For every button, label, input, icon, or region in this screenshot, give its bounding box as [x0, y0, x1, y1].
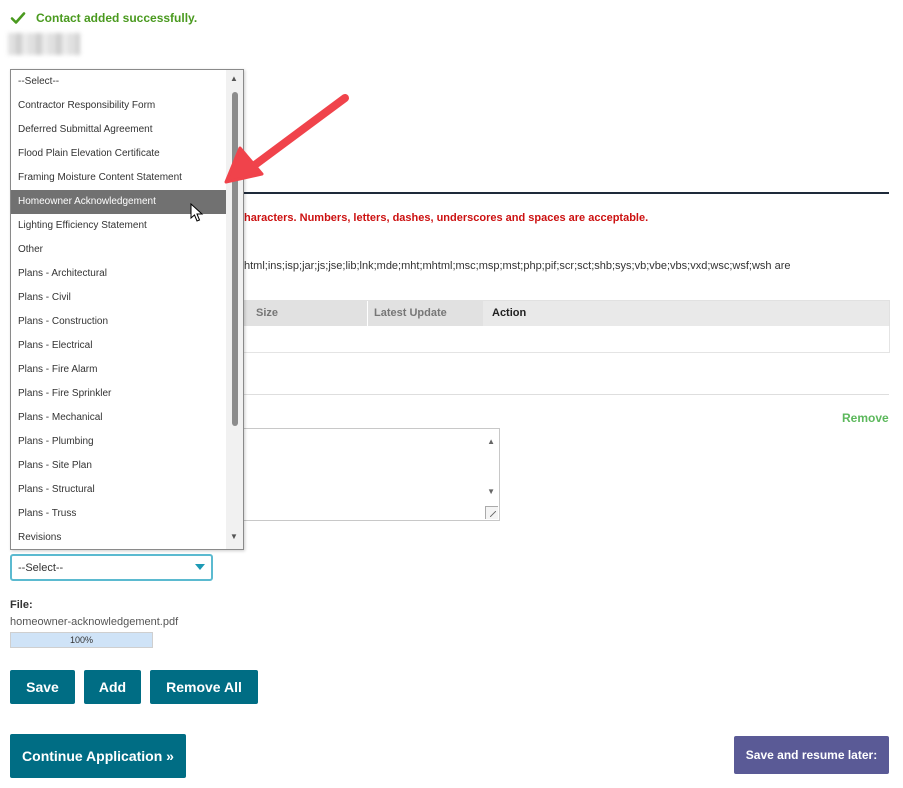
success-text: Contact added successfully. [36, 11, 198, 25]
dropdown-option[interactable]: Flood Plain Elevation Certificate [11, 142, 226, 166]
mouse-pointer-icon [190, 203, 204, 222]
file-name: homeowner-acknowledgement.pdf [10, 616, 179, 628]
dropdown-option[interactable]: Contractor Responsibility Form [11, 94, 226, 118]
save-and-resume-later-button[interactable]: Save and resume later: [734, 736, 889, 774]
resize-grip-icon[interactable] [485, 506, 498, 519]
dropdown-option[interactable]: --Select-- [11, 70, 226, 94]
dropdown-option[interactable]: Plans - Mechanical [11, 406, 226, 430]
dropdown-option[interactable]: Plans - Fire Sprinkler [11, 382, 226, 406]
scroll-down-icon[interactable]: ▼ [487, 487, 495, 496]
blocked-extensions-text: html;ins;isp;jar;js;jse;lib;lnk;mde;mht;… [244, 260, 791, 272]
dropdown-option[interactable]: Other [11, 238, 226, 262]
check-icon [10, 10, 26, 26]
continue-application-button[interactable]: Continue Application » [10, 734, 186, 778]
file-label: File: [10, 599, 33, 611]
scroll-down-icon[interactable]: ▼ [230, 532, 238, 541]
column-header-latest-update: Latest Update [374, 307, 447, 319]
dropdown-option[interactable]: Plans - Civil [11, 286, 226, 310]
remove-link[interactable]: Remove [842, 411, 889, 425]
upload-progress-bar: 100% [10, 632, 153, 648]
progress-text: 100% [69, 635, 94, 645]
dropdown-option[interactable]: Plans - Construction [11, 310, 226, 334]
redacted-text [8, 33, 80, 55]
dropdown-option[interactable]: Revisions [11, 526, 226, 549]
document-type-dropdown-list[interactable]: Revisions Plans - Truss Plans - Structural… [10, 69, 244, 550]
files-table-header: Size Latest Update Action [232, 300, 890, 328]
column-header-size: Size [256, 307, 279, 319]
dropdown-option[interactable]: Plans - Plumbing [11, 430, 226, 454]
action-column-head [483, 301, 889, 327]
dropdown-option[interactable]: Deferred Submittal Agreement [11, 118, 226, 142]
files-table-row [232, 326, 890, 353]
column-divider [367, 301, 368, 327]
save-button[interactable]: Save [10, 670, 75, 704]
dropdown-option[interactable]: Plans - Site Plan [11, 454, 226, 478]
dropdown-option[interactable]: Plans - Architectural [11, 262, 226, 286]
dropdown-option[interactable]: Plans - Structural [11, 478, 226, 502]
filename-warning: haracters. Numbers, letters, dashes, und… [244, 212, 649, 224]
column-header-action: Action [492, 307, 527, 319]
annotation-arrow-icon [224, 94, 349, 184]
document-type-select[interactable]: --Select-- [10, 554, 213, 581]
select-value: --Select-- [18, 562, 64, 574]
success-message: Contact added successfully. [10, 10, 197, 26]
add-button[interactable]: Add [84, 670, 141, 704]
dropdown-option[interactable]: Plans - Fire Alarm [11, 358, 226, 382]
dropdown-option[interactable]: Framing Moisture Content Statement [11, 166, 226, 190]
description-textarea[interactable]: ▲ ▼ [232, 428, 500, 521]
chevron-down-icon [195, 564, 205, 570]
divider [232, 394, 889, 395]
dropdown-option[interactable]: Plans - Truss [11, 502, 226, 526]
scroll-up-icon[interactable]: ▲ [487, 437, 495, 446]
section-divider [232, 192, 889, 194]
remove-all-button[interactable]: Remove All [150, 670, 258, 704]
dropdown-option[interactable]: Plans - Electrical [11, 334, 226, 358]
scroll-up-icon[interactable]: ▲ [230, 74, 238, 83]
